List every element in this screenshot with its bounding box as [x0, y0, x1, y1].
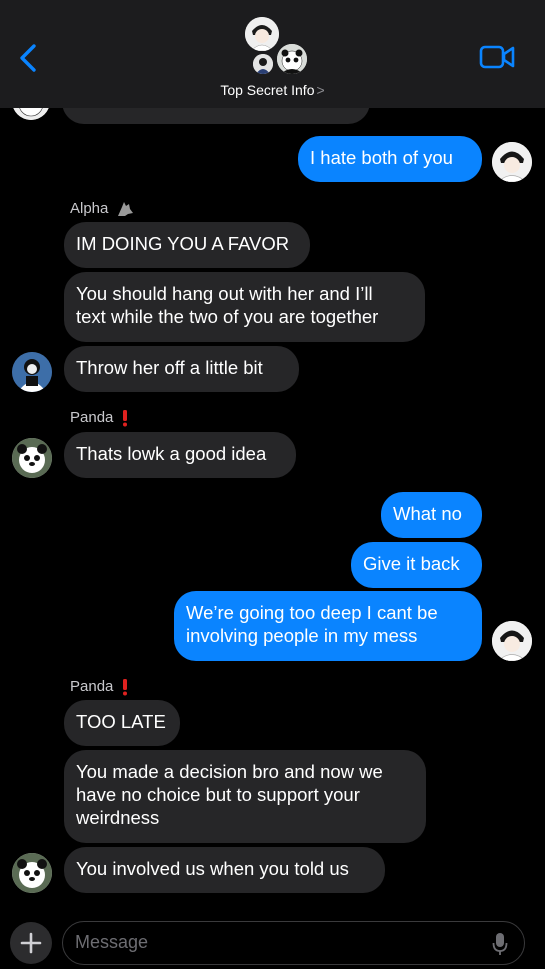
sender-name-panda: Panda [70, 678, 129, 696]
message-bubble-outgoing[interactable]: Give it back [351, 542, 482, 588]
group-name: Top Secret Info [220, 82, 315, 98]
sender-name-alpha: Alpha [70, 200, 134, 217]
message-bubble-incoming[interactable]: You involved us when you told us [64, 847, 385, 893]
message-bubble-outgoing[interactable]: I hate both of you [298, 136, 482, 182]
sender-name: Panda [70, 678, 114, 695]
sender-avatar-alpha[interactable] [12, 352, 52, 392]
sender-avatar-panda[interactable] [12, 853, 52, 893]
sender-name: Panda [70, 409, 114, 426]
message-bubble-outgoing[interactable]: We’re going too deep I cant be involving… [174, 591, 482, 661]
sender-name-panda: Panda [70, 409, 129, 427]
group-info-link[interactable]: Top Secret Info > [0, 82, 545, 98]
message-bubble-incoming[interactable]: You made a decision bro and now we have … [64, 750, 426, 843]
message-bubble-incoming[interactable]: TOO LATE [64, 700, 180, 746]
back-chevron-icon[interactable] [16, 42, 44, 74]
message-placeholder: Message [75, 932, 149, 952]
add-attachment-button[interactable] [10, 922, 52, 964]
sender-name: Alpha [70, 200, 109, 217]
my-avatar[interactable] [492, 142, 532, 182]
message-bubble-outgoing[interactable]: What no [381, 492, 482, 538]
video-call-icon[interactable] [479, 44, 515, 70]
message-input[interactable]: Message [62, 921, 525, 965]
my-avatar[interactable] [492, 621, 532, 661]
sender-avatar-panda[interactable] [12, 438, 52, 478]
conversation-header: Top Secret Info > [0, 0, 545, 108]
message-bubble-incoming[interactable]: IM DOING YOU A FAVOR [64, 222, 310, 268]
group-avatar-panda[interactable] [275, 42, 309, 76]
wolf-emoji-icon [117, 202, 133, 217]
exclamation-emoji-icon [122, 679, 127, 696]
microphone-icon[interactable] [492, 932, 508, 956]
chevron-right-icon: > [316, 82, 325, 98]
group-avatar-alpha[interactable] [253, 54, 273, 74]
group-avatar-me[interactable] [245, 17, 279, 51]
message-bubble-incoming[interactable]: Throw her off a little bit [64, 346, 299, 392]
exclamation-emoji-icon [122, 410, 127, 427]
message-bubble-incoming[interactable]: You should hang out with her and I’ll te… [64, 272, 425, 342]
plus-icon [20, 932, 42, 954]
message-bubble-incoming[interactable]: Thats lowk a good idea [64, 432, 296, 478]
